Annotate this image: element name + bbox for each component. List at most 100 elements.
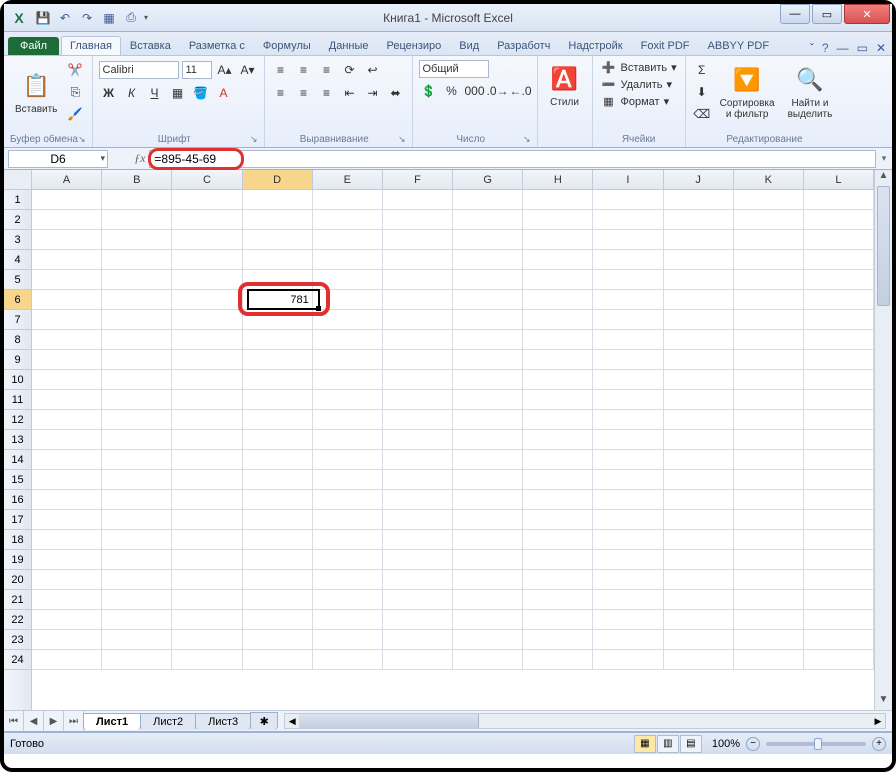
cell-G12[interactable] xyxy=(453,410,523,430)
cell-G3[interactable] xyxy=(453,230,523,250)
cell-G1[interactable] xyxy=(453,190,523,210)
cell-J22[interactable] xyxy=(664,610,734,630)
cell-J17[interactable] xyxy=(664,510,734,530)
cell-G10[interactable] xyxy=(453,370,523,390)
cell-K15[interactable] xyxy=(734,470,804,490)
cell-E16[interactable] xyxy=(313,490,383,510)
cell-E9[interactable] xyxy=(313,350,383,370)
cell-C12[interactable] xyxy=(172,410,242,430)
cell-F11[interactable] xyxy=(383,390,453,410)
cell-J19[interactable] xyxy=(664,550,734,570)
vertical-scrollbar[interactable]: ▲ ▼ xyxy=(874,170,892,710)
cell-L15[interactable] xyxy=(804,470,874,490)
copy-icon[interactable]: ⎘ xyxy=(65,82,85,102)
row-header-16[interactable]: 16 xyxy=(4,490,31,510)
cell-B21[interactable] xyxy=(102,590,172,610)
cell-A16[interactable] xyxy=(32,490,102,510)
align-left-icon[interactable]: ≡ xyxy=(271,83,291,103)
column-header-F[interactable]: F xyxy=(383,170,453,189)
cell-H19[interactable] xyxy=(523,550,593,570)
increase-decimal-icon[interactable]: .0→ xyxy=(488,81,508,101)
cell-J15[interactable] xyxy=(664,470,734,490)
cell-E13[interactable] xyxy=(313,430,383,450)
row-header-18[interactable]: 18 xyxy=(4,530,31,550)
row-header-14[interactable]: 14 xyxy=(4,450,31,470)
cell-J16[interactable] xyxy=(664,490,734,510)
currency-icon[interactable]: 💲 xyxy=(419,81,439,101)
cell-G13[interactable] xyxy=(453,430,523,450)
cell-I12[interactable] xyxy=(593,410,663,430)
cell-F3[interactable] xyxy=(383,230,453,250)
cell-B20[interactable] xyxy=(102,570,172,590)
cell-B24[interactable] xyxy=(102,650,172,670)
view-page-break-button[interactable]: ▤ xyxy=(680,735,702,753)
cell-A3[interactable] xyxy=(32,230,102,250)
cell-D1[interactable] xyxy=(243,190,313,210)
file-tab[interactable]: Файл xyxy=(8,37,59,55)
cell-F13[interactable] xyxy=(383,430,453,450)
cell-C22[interactable] xyxy=(172,610,242,630)
new-sheet-button[interactable]: ✱ xyxy=(250,712,278,730)
cell-F12[interactable] xyxy=(383,410,453,430)
cell-C1[interactable] xyxy=(172,190,242,210)
column-header-J[interactable]: J xyxy=(664,170,734,189)
cell-L22[interactable] xyxy=(804,610,874,630)
vscroll-up-icon[interactable]: ▲ xyxy=(875,170,892,186)
row-header-9[interactable]: 9 xyxy=(4,350,31,370)
cell-D23[interactable] xyxy=(243,630,313,650)
cell-I15[interactable] xyxy=(593,470,663,490)
cell-L17[interactable] xyxy=(804,510,874,530)
qat-customize-icon[interactable]: ▾ xyxy=(144,13,148,22)
cell-B6[interactable] xyxy=(102,290,172,310)
cell-C15[interactable] xyxy=(172,470,242,490)
cell-I17[interactable] xyxy=(593,510,663,530)
cell-J20[interactable] xyxy=(664,570,734,590)
tab-data[interactable]: Данные xyxy=(320,36,378,55)
cell-K18[interactable] xyxy=(734,530,804,550)
cell-L23[interactable] xyxy=(804,630,874,650)
cell-H22[interactable] xyxy=(523,610,593,630)
cell-A4[interactable] xyxy=(32,250,102,270)
doc-restore-icon[interactable]: ▭ xyxy=(857,41,868,55)
cell-H17[interactable] xyxy=(523,510,593,530)
cell-I20[interactable] xyxy=(593,570,663,590)
cell-C17[interactable] xyxy=(172,510,242,530)
cell-C13[interactable] xyxy=(172,430,242,450)
cell-F10[interactable] xyxy=(383,370,453,390)
cell-K1[interactable] xyxy=(734,190,804,210)
cell-L14[interactable] xyxy=(804,450,874,470)
cell-H6[interactable] xyxy=(523,290,593,310)
view-page-layout-button[interactable]: ▥ xyxy=(657,735,679,753)
cell-I2[interactable] xyxy=(593,210,663,230)
cell-A18[interactable] xyxy=(32,530,102,550)
formula-input[interactable]: =895-45-69 xyxy=(149,150,876,168)
cell-B12[interactable] xyxy=(102,410,172,430)
row-header-11[interactable]: 11 xyxy=(4,390,31,410)
tab-abbyy[interactable]: ABBYY PDF xyxy=(699,36,779,55)
cell-F20[interactable] xyxy=(383,570,453,590)
cell-J24[interactable] xyxy=(664,650,734,670)
cell-E15[interactable] xyxy=(313,470,383,490)
row-header-2[interactable]: 2 xyxy=(4,210,31,230)
cell-K10[interactable] xyxy=(734,370,804,390)
cell-D20[interactable] xyxy=(243,570,313,590)
fx-icon[interactable]: ƒx xyxy=(134,151,149,166)
select-all-corner[interactable] xyxy=(4,170,32,190)
cell-L1[interactable] xyxy=(804,190,874,210)
align-bottom-icon[interactable]: ≡ xyxy=(317,60,337,80)
cell-H10[interactable] xyxy=(523,370,593,390)
cell-D17[interactable] xyxy=(243,510,313,530)
cell-J9[interactable] xyxy=(664,350,734,370)
cell-J18[interactable] xyxy=(664,530,734,550)
undo-icon[interactable]: ↶ xyxy=(56,9,74,27)
name-box-dropdown-icon[interactable]: ▾ xyxy=(100,153,105,164)
cell-D18[interactable] xyxy=(243,530,313,550)
cell-A19[interactable] xyxy=(32,550,102,570)
cell-D22[interactable] xyxy=(243,610,313,630)
cell-F21[interactable] xyxy=(383,590,453,610)
cell-D8[interactable] xyxy=(243,330,313,350)
cell-G5[interactable] xyxy=(453,270,523,290)
sort-filter-button[interactable]: 🔽 Сортировка и фильтр xyxy=(715,61,780,123)
cells[interactable]: 781 xyxy=(32,190,874,710)
percent-icon[interactable]: % xyxy=(442,81,462,101)
